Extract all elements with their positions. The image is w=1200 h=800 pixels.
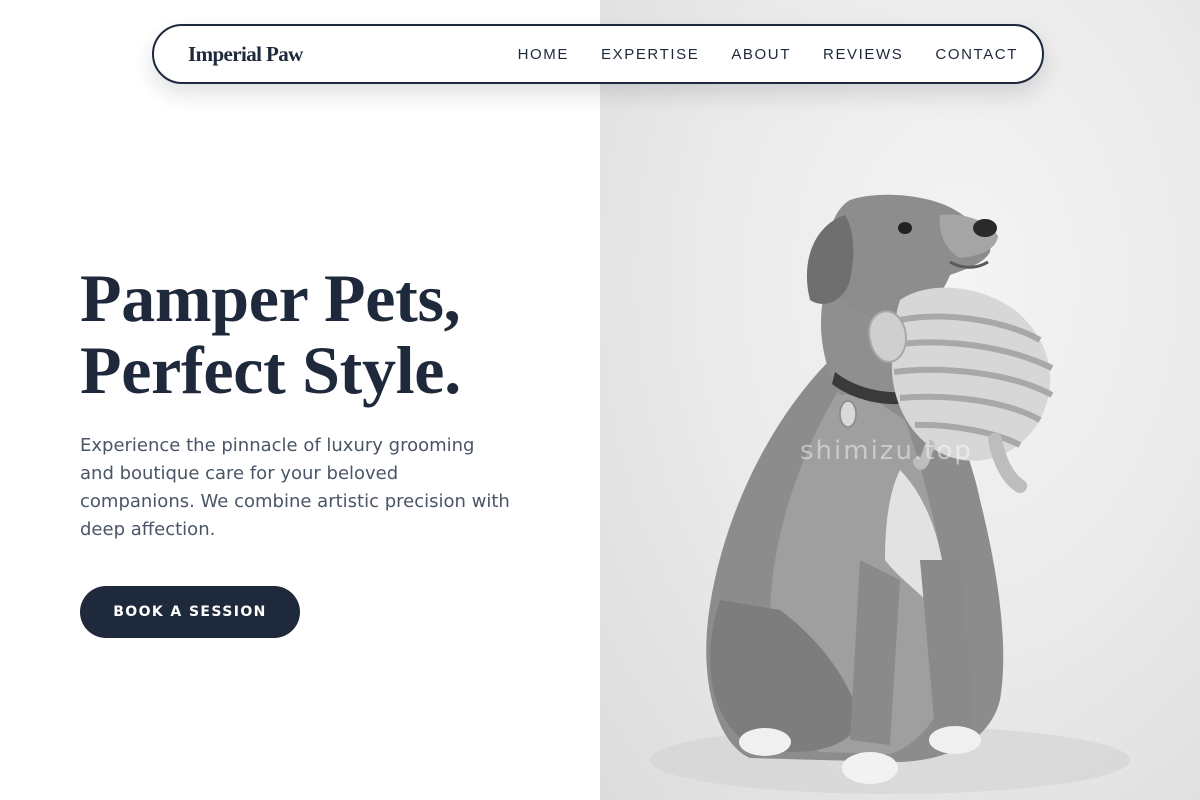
book-session-button[interactable]: BOOK A SESSION — [80, 586, 300, 638]
hero-description: Experience the pinnacle of luxury groomi… — [80, 435, 510, 540]
hero-title-line-1: Pamper Pets, — [80, 260, 461, 336]
top-navigation: Imperial Paw HOME EXPERTISE ABOUT REVIEW… — [152, 24, 1044, 84]
nav-link-reviews[interactable]: REVIEWS — [823, 46, 903, 63]
nav-link-contact[interactable]: CONTACT — [935, 46, 1018, 63]
hero-section: Pamper Pets, Perfect Style. Experience t… — [80, 262, 550, 638]
brand-logo[interactable]: Imperial Paw — [188, 42, 303, 67]
hero-photo: shimizu.top — [600, 0, 1200, 800]
nav-links: HOME EXPERTISE ABOUT REVIEWS CONTACT — [518, 46, 1018, 63]
hero-title: Pamper Pets, Perfect Style. — [80, 262, 550, 406]
hero-title-line-2: Perfect Style. — [80, 332, 461, 408]
dog-photo-illustration — [650, 194, 1130, 794]
nav-link-about[interactable]: ABOUT — [731, 46, 791, 63]
nav-link-home[interactable]: HOME — [518, 46, 569, 63]
page: shimizu.top Imperial Paw HOME EXPERTISE … — [0, 0, 1200, 800]
watermark-text: shimizu.top — [800, 436, 973, 466]
nav-link-expertise[interactable]: EXPERTISE — [601, 46, 699, 63]
